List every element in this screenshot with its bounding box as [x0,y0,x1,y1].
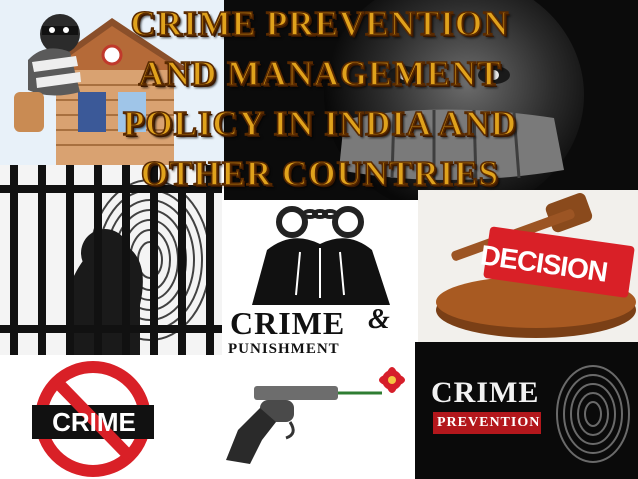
revolver-flower-image [200,360,415,479]
crime-sign-label: CRIME [52,407,136,437]
title-line-4: OTHER COUNTRIES [140,153,500,194]
crime-punishment-word2: PUNISHMENT [228,341,340,357]
gavel-decision-image: DECISION [418,190,638,342]
crime-punishment-image: CRIME & PUNISHMENT [222,200,418,360]
title-line-3: POLICY IN INDIA AND [122,103,517,144]
crime-prevention-word1: CRIME [431,376,540,409]
crime-punishment-ampersand: & [368,304,390,335]
crime-sign-image: CRIME [0,355,200,479]
title-line-2: AND MANAGEMENT [138,53,502,94]
crime-prevention-image: CRIME PREVENTION [415,342,638,479]
crime-punishment-word1: CRIME [230,305,346,341]
title-line-1: CRIME PREVENTION [130,3,510,44]
crime-prevention-word2: PREVENTION [437,415,541,430]
slide-title: CRIME PREVENTION AND MANAGEMENT POLICY I… [60,3,580,204]
